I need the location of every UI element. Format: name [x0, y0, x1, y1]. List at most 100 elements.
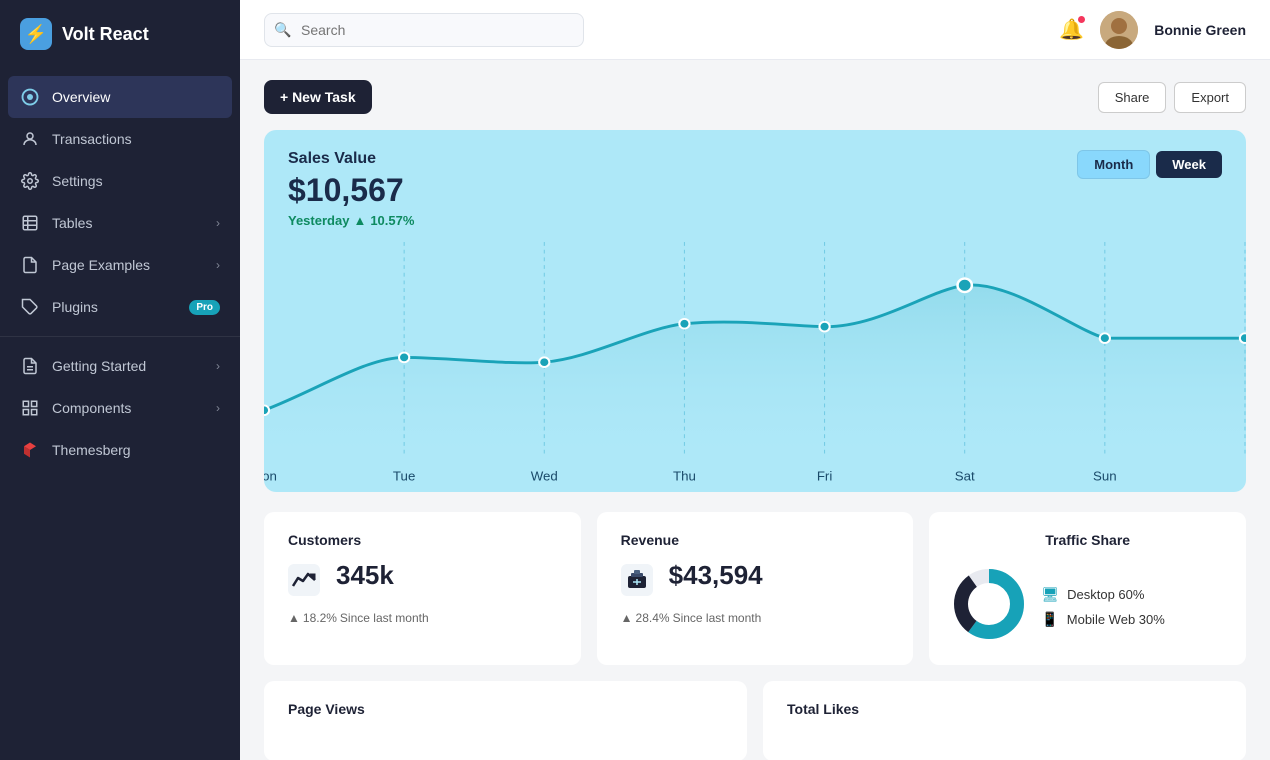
- sidebar: ⚡ Volt React Overview Transactions Setti…: [0, 0, 240, 760]
- bottom-card-1: Page Views: [264, 681, 747, 760]
- svg-text:Sat: Sat: [955, 469, 975, 484]
- sidebar-item-components[interactable]: Components ›: [0, 387, 240, 429]
- sidebar-item-getting-started[interactable]: Getting Started ›: [0, 345, 240, 387]
- up-arrow-icon: ▲: [353, 213, 366, 228]
- bottom-card-2-title: Total Likes: [787, 701, 1222, 717]
- app-name: Volt React: [62, 24, 149, 45]
- desktop-label: Desktop 60%: [1067, 587, 1144, 602]
- sidebar-item-label: Plugins: [52, 299, 98, 315]
- sidebar-divider: [0, 336, 240, 337]
- legend-mobile: 📱 Mobile Web 30%: [1041, 611, 1164, 628]
- sidebar-nav: Overview Transactions Settings Tables ›: [0, 68, 240, 760]
- sidebar-item-label: Settings: [52, 173, 103, 189]
- sidebar-item-label: Getting Started: [52, 358, 146, 374]
- legend-desktop: 🖥 Desktop 60%: [1041, 586, 1164, 603]
- customers-label: Customers: [288, 532, 557, 548]
- change-value: 10.57%: [370, 213, 414, 228]
- customers-change-text: Since last month: [340, 611, 429, 625]
- sidebar-item-label: Tables: [52, 215, 92, 231]
- revenue-label: Revenue: [621, 532, 890, 548]
- export-button[interactable]: Export: [1174, 82, 1246, 113]
- sales-chart-svg: Mon Tue Wed Thu Fri Sat Sun: [264, 242, 1246, 492]
- bottom-row: Page Views Total Likes: [264, 681, 1246, 760]
- transactions-icon: [20, 129, 40, 149]
- sidebar-item-label: Page Examples: [52, 257, 150, 273]
- sales-header: Sales Value $10,567 Yesterday ▲ 10.57% M…: [288, 150, 1222, 228]
- revenue-change: ▲ 28.4% Since last month: [621, 611, 890, 625]
- overview-icon: [20, 87, 40, 107]
- svg-text:Fri: Fri: [817, 469, 832, 484]
- svg-text:Wed: Wed: [531, 469, 558, 484]
- traffic-legend: 🖥 Desktop 60% 📱 Mobile Web 30%: [1041, 586, 1164, 628]
- svg-text:Sun: Sun: [1093, 469, 1117, 484]
- customers-change: ▲ 18.2% Since last month: [288, 611, 557, 625]
- period-toggle: Month Week: [1077, 150, 1222, 179]
- sidebar-item-plugins[interactable]: Plugins Pro: [0, 286, 240, 328]
- main-content: 🔍 🔔 Bonnie Green + New Task Sha: [240, 0, 1270, 760]
- sidebar-item-page-examples[interactable]: Page Examples ›: [0, 244, 240, 286]
- app-logo[interactable]: ⚡ Volt React: [0, 0, 240, 68]
- month-button[interactable]: Month: [1077, 150, 1150, 179]
- sidebar-item-themesberg[interactable]: Themesberg: [0, 429, 240, 471]
- customers-card-header: 345k: [288, 560, 557, 603]
- traffic-title: Traffic Share: [953, 532, 1222, 548]
- getting-started-icon: [20, 356, 40, 376]
- customers-card: Customers 345k ▲ 18.2%: [264, 512, 581, 665]
- search-wrapper[interactable]: 🔍: [264, 13, 584, 47]
- up-arrow: ▲: [288, 611, 300, 625]
- sidebar-item-label: Transactions: [52, 131, 132, 147]
- pro-badge: Pro: [189, 300, 220, 315]
- header: 🔍 🔔 Bonnie Green: [240, 0, 1270, 60]
- share-button[interactable]: Share: [1098, 82, 1167, 113]
- revenue-icon: [621, 564, 653, 603]
- bottom-card-1-title: Page Views: [288, 701, 723, 717]
- customers-change-value: 18.2%: [303, 611, 337, 625]
- content-area: + New Task Share Export Sales Value $10,…: [240, 60, 1270, 760]
- sidebar-item-tables[interactable]: Tables ›: [0, 202, 240, 244]
- sales-value: $10,567: [288, 172, 414, 209]
- avatar[interactable]: [1100, 11, 1138, 49]
- up-arrow: ▲: [621, 611, 633, 625]
- search-input[interactable]: [264, 13, 584, 47]
- revenue-card: Revenue $43,594: [597, 512, 914, 665]
- desktop-icon: 🖥: [1041, 586, 1059, 603]
- notification-dot: [1077, 15, 1086, 24]
- customers-value: 345k: [336, 560, 557, 591]
- settings-icon: [20, 171, 40, 191]
- tables-icon: [20, 213, 40, 233]
- week-button[interactable]: Week: [1156, 151, 1222, 178]
- sales-chart-card: Sales Value $10,567 Yesterday ▲ 10.57% M…: [264, 130, 1246, 492]
- svg-text:Tue: Tue: [393, 469, 415, 484]
- traffic-content: 🖥 Desktop 60% 📱 Mobile Web 30%: [953, 568, 1222, 645]
- mobile-icon: 📱: [1041, 611, 1058, 628]
- traffic-card: Traffic Share �: [929, 512, 1246, 665]
- chevron-right-icon: ›: [216, 401, 220, 415]
- revenue-value: $43,594: [669, 560, 890, 591]
- app-logo-icon: ⚡: [20, 18, 52, 50]
- sales-info: Sales Value $10,567 Yesterday ▲ 10.57%: [288, 150, 414, 228]
- revenue-change-text: Since last month: [673, 611, 762, 625]
- sidebar-item-settings[interactable]: Settings: [0, 160, 240, 202]
- search-icon: 🔍: [274, 21, 291, 38]
- revenue-change-value: 28.4%: [636, 611, 670, 625]
- svg-text:Thu: Thu: [673, 469, 696, 484]
- sidebar-item-overview[interactable]: Overview: [8, 76, 232, 118]
- sidebar-item-label: Themesberg: [52, 442, 131, 458]
- notifications-button[interactable]: 🔔: [1059, 17, 1084, 42]
- plugins-icon: [20, 297, 40, 317]
- traffic-donut: [953, 568, 1025, 645]
- sidebar-item-transactions[interactable]: Transactions: [0, 118, 240, 160]
- revenue-card-header: $43,594: [621, 560, 890, 603]
- page-examples-icon: [20, 255, 40, 275]
- mobile-label: Mobile Web 30%: [1067, 612, 1165, 627]
- chevron-right-icon: ›: [216, 258, 220, 272]
- svg-text:Mon: Mon: [264, 469, 277, 484]
- sales-change: Yesterday ▲ 10.57%: [288, 213, 414, 228]
- chevron-right-icon: ›: [216, 216, 220, 230]
- components-icon: [20, 398, 40, 418]
- toolbar-actions: Share Export: [1098, 82, 1246, 113]
- sidebar-item-label: Components: [52, 400, 131, 416]
- header-right: 🔔 Bonnie Green: [1059, 11, 1246, 49]
- sales-title: Sales Value: [288, 150, 414, 168]
- new-task-button[interactable]: + New Task: [264, 80, 372, 114]
